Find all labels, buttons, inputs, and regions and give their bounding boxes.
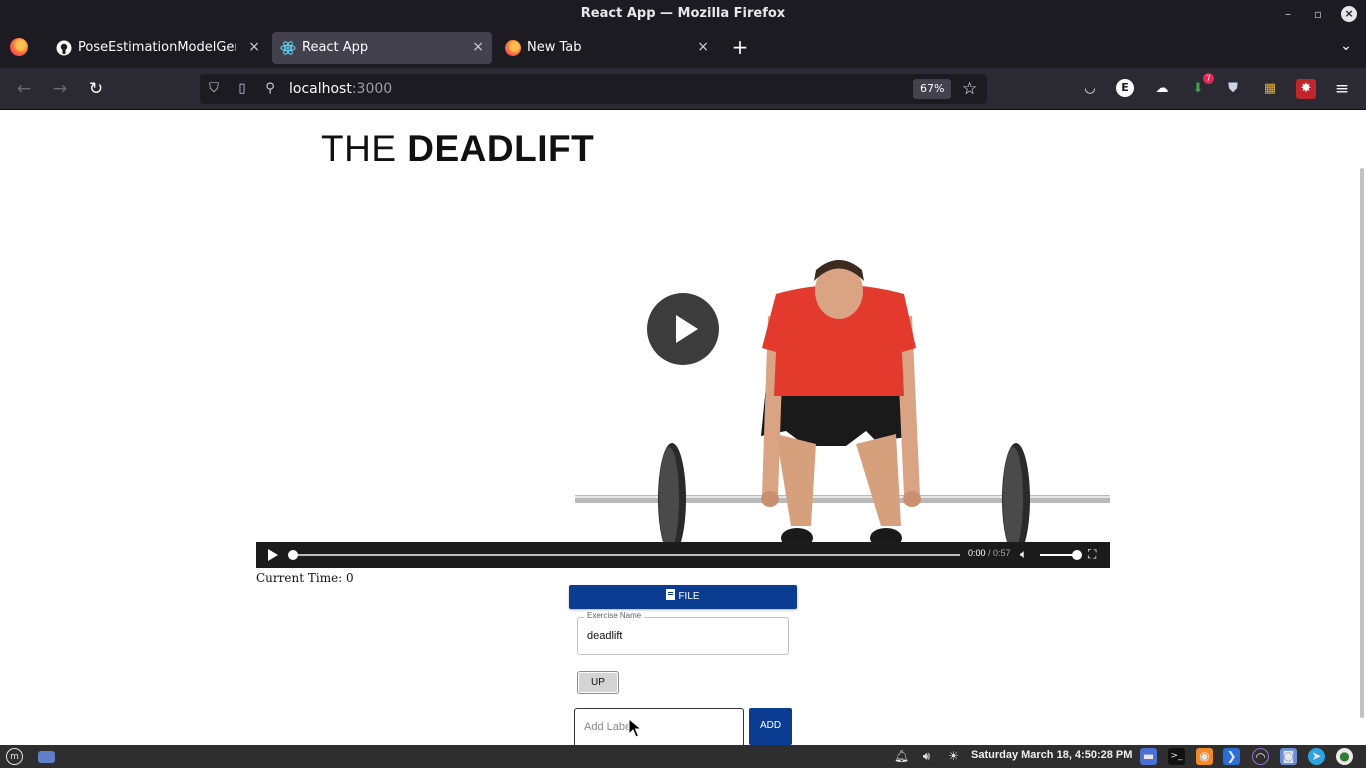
up-button[interactable]: UP [577,671,619,694]
tab-label: PoseEstimationModelGener [78,40,236,55]
navigation-toolbar: ← → ↻ ⛉ ▯ ⚲ localhost:3000 67% ☆ ◡ E ☁ ⬇… [0,68,1366,110]
current-time-readout: Current Time: 0 [256,571,354,585]
big-play-button[interactable] [647,293,719,365]
app-circle-icon[interactable]: ◠ [1252,748,1269,765]
react-icon [280,41,296,55]
extension-e-icon[interactable]: E [1116,79,1134,97]
url-port: :3000 [351,81,393,97]
brightness-icon[interactable]: ☀ [945,748,962,765]
restore-button[interactable]: ▫ [1308,4,1328,24]
forward-button[interactable]: → [49,78,71,100]
cloud-icon[interactable]: ☁ [1152,79,1172,99]
firefox-icon [505,40,521,56]
current-time-value: 0 [346,571,354,585]
play-icon[interactable] [268,549,278,561]
video-player[interactable] [256,256,1110,568]
red-extension-icon[interactable]: ✸ [1296,79,1316,99]
multicolor-extension-icon[interactable]: ▦ [1260,79,1280,99]
app-leaf-icon[interactable]: ● [1336,748,1353,765]
close-tab-icon[interactable]: × [248,39,260,55]
exercise-name-value[interactable]: deadlift [587,630,622,642]
minimize-button[interactable]: – [1278,4,1298,24]
telegram-app-icon[interactable]: ➤ [1308,748,1325,765]
page-title-bold: DEADLIFT [407,128,595,169]
volume-slider[interactable] [1040,550,1082,560]
video-current-time: 0:00 [968,548,986,558]
file-button-label: FILE [678,591,700,602]
firefox-menu-icon[interactable] [10,38,28,56]
video-duration: / 0:57 [988,548,1011,558]
tab-react-app[interactable]: React App × [272,32,492,64]
file-upload-button[interactable]: FILE [569,585,797,609]
close-tab-icon[interactable]: × [697,39,709,55]
page-info-icon[interactable]: ▯ [233,80,251,98]
page-scrollbar[interactable] [1360,168,1364,718]
bookmark-star-icon[interactable]: ☆ [962,79,977,99]
file-icon [666,589,676,600]
tab-strip: PoseEstimationModelGener × React App × N… [0,28,1366,68]
download-badge: 7 [1202,73,1214,84]
add-button[interactable]: ADD [749,708,792,745]
notifications-icon[interactable]: 🔔︎ [893,748,910,765]
os-taskbar: m 🔔︎ 🔊︎ ☀ Saturday March 18, 4:50:28 PM … [0,745,1366,768]
seek-bar[interactable] [288,550,960,560]
close-tab-icon[interactable]: × [472,39,484,55]
url-text[interactable]: localhost:3000 [289,81,392,97]
volume-icon[interactable]: 🔈︎ [1020,547,1027,562]
exercise-name-legend: Exercise Name [584,611,645,620]
tab-label: New Tab [527,40,582,55]
page-content: THE DEADLIFT 0:00 / 0:57 🔈︎ ⛶ Current Ti… [0,110,1366,745]
url-host: localhost [289,81,352,97]
window-title: React App — Mozilla Firefox [580,6,786,21]
add-label-input[interactable]: Add Label [574,708,744,745]
github-icon [56,40,72,56]
taskbar-clock[interactable]: Saturday March 18, 4:50:28 PM [971,749,1132,761]
window-titlebar: React App — Mozilla Firefox – ▫ × [0,0,1366,28]
screenshot-app-icon[interactable]: ◙ [1280,748,1297,765]
back-button[interactable]: ← [13,78,35,100]
list-all-tabs-button[interactable]: ⌄ [1336,38,1356,58]
page-title-thin: THE [321,128,397,169]
vscode-app-icon[interactable]: ❯ [1223,748,1240,765]
fullscreen-icon[interactable]: ⛶ [1088,547,1096,562]
terminal-app-icon[interactable]: >_ [1168,748,1185,765]
tab-new-tab[interactable]: New Tab × [497,32,717,64]
show-desktop-icon[interactable] [38,751,55,763]
hamburger-menu-icon[interactable]: ≡ [1332,79,1352,99]
exercise-name-field[interactable]: Exercise Name deadlift [577,611,789,655]
volume-thumb[interactable] [1072,550,1082,560]
address-bar[interactable]: ⛉ ▯ ⚲ localhost:3000 67% ☆ [200,74,987,104]
tab-label: React App [302,40,369,55]
download-icon[interactable]: ⬇ 7 [1188,73,1214,99]
video-time: 0:00 / 0:57 [968,548,1011,558]
zoom-level-button[interactable]: 67% [913,79,952,99]
tracking-shield-icon[interactable]: ⛉ [205,80,223,98]
page-title: THE DEADLIFT [321,128,594,170]
new-tab-button[interactable]: + [730,36,750,60]
seek-thumb[interactable] [288,550,298,560]
add-label-placeholder: Add Label [584,721,634,733]
shield-extension-icon[interactable]: ⛊ [1223,79,1243,99]
firefox-taskbar-icon[interactable]: ◉ [1196,748,1213,765]
current-time-label: Current Time: [256,571,347,585]
start-menu-icon[interactable]: m [6,748,23,765]
tab-poseestimation[interactable]: PoseEstimationModelGener × [48,32,268,64]
video-controls: 0:00 / 0:57 🔈︎ ⛶ [256,542,1110,568]
mouse-cursor-icon [628,718,642,738]
close-window-button[interactable]: × [1341,6,1357,22]
pocket-icon[interactable]: ◡ [1080,79,1100,99]
files-app-icon[interactable]: ▬ [1140,748,1157,765]
reload-button[interactable]: ↻ [85,78,107,100]
permissions-icon[interactable]: ⚲ [261,80,279,98]
volume-tray-icon[interactable]: 🔊︎ [918,748,935,765]
download-glyph: ⬇ [1192,81,1204,96]
